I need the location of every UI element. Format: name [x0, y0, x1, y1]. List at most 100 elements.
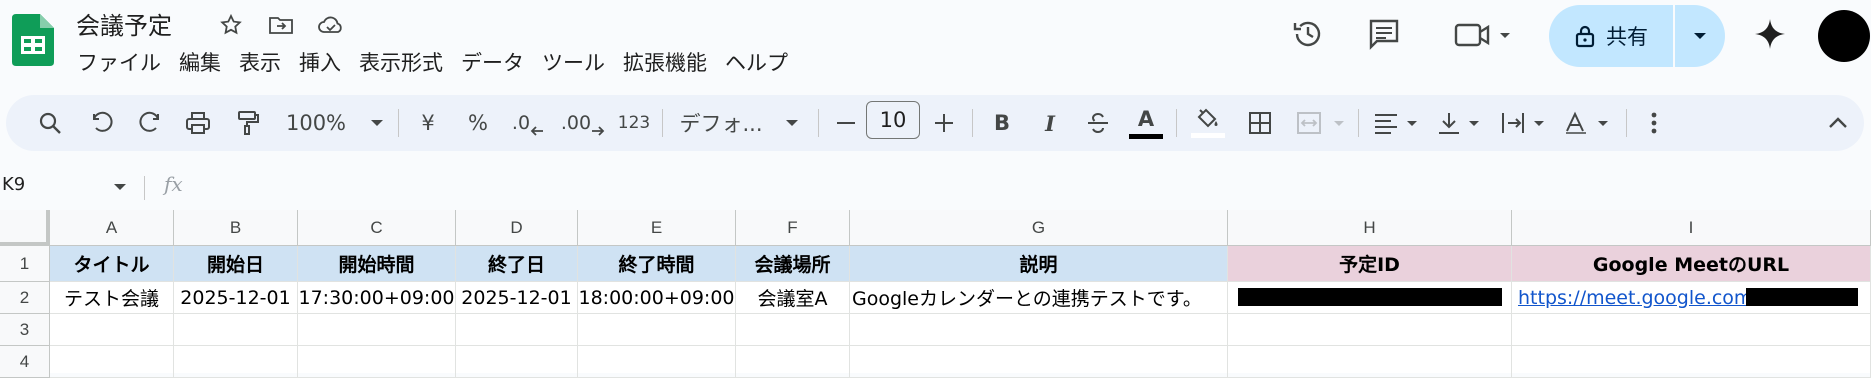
- strikethrough-icon[interactable]: [1078, 95, 1118, 151]
- column-header-f[interactable]: F: [736, 210, 850, 246]
- column-header-h[interactable]: H: [1228, 210, 1512, 246]
- cell-d3[interactable]: [456, 314, 578, 346]
- decrease-font-size-button[interactable]: [828, 95, 864, 151]
- search-menus-icon[interactable]: [28, 95, 72, 151]
- cell-e4[interactable]: [578, 346, 736, 378]
- merge-cells-button[interactable]: [1290, 95, 1354, 151]
- star-icon[interactable]: [216, 10, 246, 40]
- menu-view[interactable]: 表示: [230, 46, 290, 80]
- borders-icon[interactable]: [1238, 95, 1282, 151]
- percent-format-button[interactable]: %: [458, 95, 498, 151]
- horizontal-align-button[interactable]: [1368, 95, 1428, 151]
- text-color-button[interactable]: A: [1124, 95, 1168, 151]
- row-header-2[interactable]: 2: [0, 282, 50, 314]
- cell-b2[interactable]: 2025-12-01: [174, 282, 298, 314]
- column-header-g[interactable]: G: [850, 210, 1228, 246]
- redo-icon[interactable]: [130, 95, 170, 151]
- cell-g3[interactable]: [850, 314, 1228, 346]
- cloud-saved-icon[interactable]: [316, 10, 346, 40]
- cell-i1[interactable]: Google MeetのURL: [1512, 246, 1871, 282]
- cell-g4[interactable]: [850, 346, 1228, 378]
- more-formats-button[interactable]: 123: [610, 95, 658, 151]
- cell-d2[interactable]: 2025-12-01: [456, 282, 578, 314]
- column-header-a[interactable]: A: [50, 210, 174, 246]
- column-header-e[interactable]: E: [578, 210, 736, 246]
- cell-e2[interactable]: 18:00:00+09:00: [578, 282, 736, 314]
- column-header-i[interactable]: I: [1512, 210, 1871, 246]
- undo-icon[interactable]: [82, 95, 122, 151]
- cell-a2[interactable]: テスト会議: [50, 282, 174, 314]
- paint-format-icon[interactable]: [228, 95, 268, 151]
- cell-f3[interactable]: [736, 314, 850, 346]
- cell-a4[interactable]: [50, 346, 174, 378]
- text-wrapping-button[interactable]: [1496, 95, 1554, 151]
- zoom-select[interactable]: 100%: [280, 95, 390, 151]
- cell-d1[interactable]: 終了日: [456, 246, 578, 282]
- cell-h3[interactable]: [1228, 314, 1512, 346]
- document-title[interactable]: 会議予定: [76, 6, 172, 41]
- share-main[interactable]: 共有: [1549, 5, 1673, 67]
- move-to-folder-icon[interactable]: [266, 10, 296, 40]
- meet-url-link[interactable]: https://meet.google.com/: [1518, 287, 1759, 309]
- menu-file[interactable]: ファイル: [68, 46, 170, 80]
- meet-call-button[interactable]: [1448, 12, 1518, 56]
- share-button[interactable]: 共有: [1549, 5, 1725, 67]
- menu-format[interactable]: 表示形式: [350, 46, 452, 80]
- text-rotation-button[interactable]: [1560, 95, 1618, 151]
- cell-f2[interactable]: 会議室A: [736, 282, 850, 314]
- account-avatar[interactable]: [1818, 10, 1870, 62]
- cell-h2[interactable]: [1228, 282, 1512, 314]
- bold-button[interactable]: B: [982, 95, 1022, 151]
- cell-i4[interactable]: [1512, 346, 1871, 378]
- comments-icon[interactable]: [1362, 12, 1406, 56]
- cell-f4[interactable]: [736, 346, 850, 378]
- currency-format-button[interactable]: ¥: [408, 95, 448, 151]
- cell-c1[interactable]: 開始時間: [298, 246, 456, 282]
- collapse-toolbar-icon[interactable]: [1818, 95, 1858, 151]
- cell-g1[interactable]: 説明: [850, 246, 1228, 282]
- version-history-icon[interactable]: [1286, 12, 1330, 56]
- decrease-decimal-button[interactable]: .0: [506, 95, 550, 151]
- cell-b3[interactable]: [174, 314, 298, 346]
- menu-tools[interactable]: ツール: [533, 46, 614, 80]
- cell-a1[interactable]: タイトル: [50, 246, 174, 282]
- select-all-corner[interactable]: [0, 210, 50, 246]
- print-icon[interactable]: [178, 95, 218, 151]
- row-header-4[interactable]: 4: [0, 346, 50, 378]
- gemini-sparkle-icon[interactable]: [1748, 12, 1792, 56]
- cell-b4[interactable]: [174, 346, 298, 378]
- cell-h4[interactable]: [1228, 346, 1512, 378]
- sheets-logo-icon[interactable]: [12, 14, 54, 66]
- cell-c4[interactable]: [298, 346, 456, 378]
- column-header-b[interactable]: B: [174, 210, 298, 246]
- cell-e1[interactable]: 終了時間: [578, 246, 736, 282]
- increase-font-size-button[interactable]: [926, 95, 962, 151]
- vertical-align-button[interactable]: [1434, 95, 1490, 151]
- cell-d4[interactable]: [456, 346, 578, 378]
- menu-edit[interactable]: 編集: [170, 46, 230, 80]
- cell-c3[interactable]: [298, 314, 456, 346]
- chevron-down-icon[interactable]: [113, 182, 127, 192]
- column-header-c[interactable]: C: [298, 210, 456, 246]
- menu-help[interactable]: ヘルプ: [716, 46, 797, 80]
- menu-data[interactable]: データ: [452, 46, 533, 80]
- cell-e3[interactable]: [578, 314, 736, 346]
- cell-b1[interactable]: 開始日: [174, 246, 298, 282]
- cell-f1[interactable]: 会議場所: [736, 246, 850, 282]
- column-header-d[interactable]: D: [456, 210, 578, 246]
- row-header-1[interactable]: 1: [0, 246, 50, 282]
- font-select[interactable]: デフォ...: [674, 95, 804, 151]
- font-size-input[interactable]: 10: [866, 101, 920, 139]
- menu-insert[interactable]: 挿入: [290, 46, 350, 80]
- increase-decimal-button[interactable]: .00: [558, 95, 608, 151]
- formula-input[interactable]: [200, 170, 1860, 206]
- cell-i3[interactable]: [1512, 314, 1871, 346]
- cell-g2[interactable]: Googleカレンダーとの連携テストです。: [850, 282, 1228, 314]
- share-dropdown[interactable]: [1675, 5, 1725, 67]
- fill-color-button[interactable]: [1186, 95, 1230, 151]
- row-header-3[interactable]: 3: [0, 314, 50, 346]
- cell-i2[interactable]: https://meet.google.com/: [1512, 282, 1871, 314]
- menu-extensions[interactable]: 拡張機能: [614, 46, 716, 80]
- more-options-icon[interactable]: [1636, 95, 1672, 151]
- cell-h1[interactable]: 予定ID: [1228, 246, 1512, 282]
